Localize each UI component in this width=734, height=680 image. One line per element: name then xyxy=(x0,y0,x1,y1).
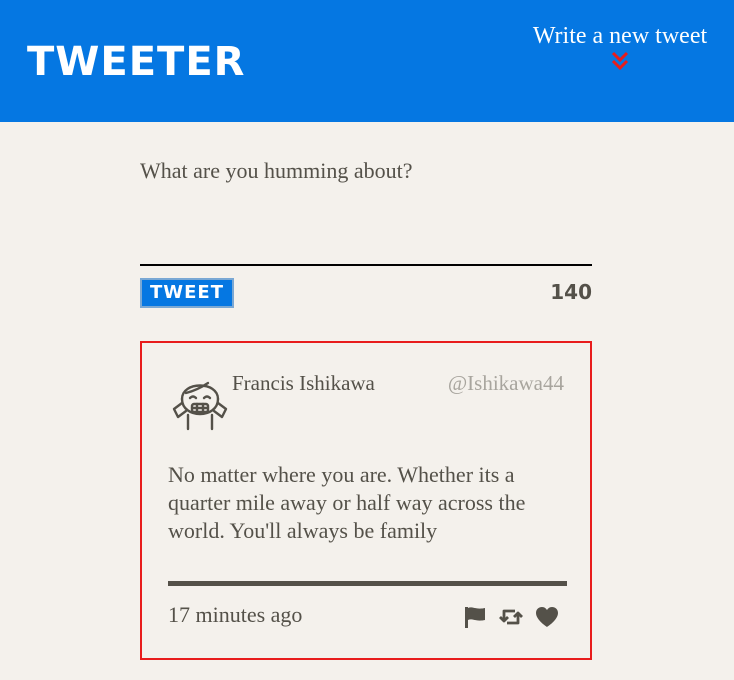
flag-icon[interactable] xyxy=(462,604,488,630)
tweet-actions xyxy=(462,604,560,630)
write-new-tweet-toggle[interactable]: Write a new tweet xyxy=(520,22,720,72)
app-logo: TWEETER xyxy=(27,39,246,85)
tweet-timestamp: 17 minutes ago xyxy=(168,602,303,627)
tweet-button[interactable]: TWEET xyxy=(140,278,235,308)
tweet-input[interactable] xyxy=(140,150,592,266)
girl-avatar-icon xyxy=(172,381,228,431)
tweet-divider xyxy=(168,581,567,586)
tweet-composer: TWEET 140 xyxy=(140,150,592,308)
heart-icon[interactable] xyxy=(534,604,560,630)
retweet-icon[interactable] xyxy=(498,604,524,630)
tweet-author-handle: @Ishikawa44 xyxy=(447,371,564,395)
character-counter: 140 xyxy=(550,280,592,304)
tweet-author-name: Francis Ishikawa xyxy=(232,371,375,395)
double-chevron-down-icon[interactable] xyxy=(610,50,630,72)
app-header: TWEETER Write a new tweet xyxy=(0,0,734,122)
tweet-body: No matter where you are. Whether its a q… xyxy=(168,462,526,543)
tweet-card: Francis Ishikawa @Ishikawa44 No matter w… xyxy=(140,341,592,660)
write-new-tweet-label: Write a new tweet xyxy=(532,23,708,49)
